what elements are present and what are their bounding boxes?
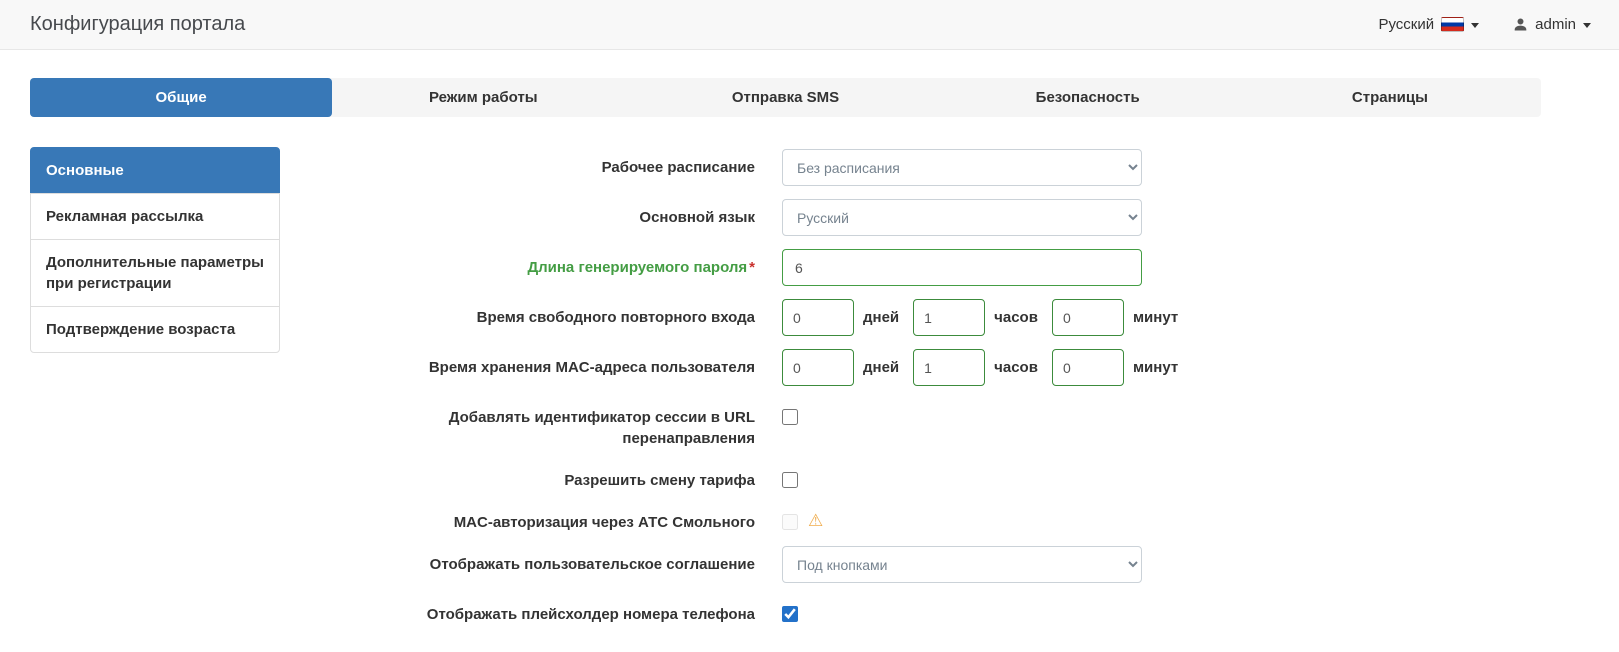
password-length-input[interactable] (782, 249, 1142, 286)
tab-work-mode[interactable]: Режим работы (332, 78, 634, 117)
sidebar: Основные Рекламная рассылка Дополнительн… (30, 147, 280, 352)
language-selector[interactable]: Русский (1378, 16, 1479, 33)
page-title: Конфигурация портала (30, 13, 245, 36)
mac-auth-control: ⚠ (782, 504, 823, 530)
mac-storage-label: Время хранения MAC-адреса пользователя (280, 349, 770, 378)
language-label: Русский (1378, 16, 1434, 33)
form-row-mac-storage-time: Время хранения MAC-адреса пользователя д… (280, 349, 1541, 386)
minutes-unit-label: минут (1133, 359, 1178, 376)
user-agreement-select[interactable]: Под кнопками (782, 546, 1142, 583)
phone-placeholder-label: Отображать плейсхолдер номера телефона (280, 596, 770, 625)
tab-general[interactable]: Общие (30, 78, 332, 117)
form-row-main-language: Основной язык Русский (280, 199, 1541, 236)
form-row-free-reentry-time: Время свободного повторного входа дней ч… (280, 299, 1541, 336)
settings-form: Рабочее расписание Без расписания Основн… (280, 147, 1541, 638)
free-reentry-label: Время свободного повторного входа (280, 299, 770, 328)
phone-placeholder-control (782, 596, 798, 622)
content: Общие Режим работы Отправка SMS Безопасн… (30, 78, 1541, 638)
form-row-schedule: Рабочее расписание Без расписания (280, 149, 1541, 186)
portal-config-page: Конфигурация портала Русский admin Общие (0, 0, 1619, 652)
mac-storage-control: дней часов минут (782, 349, 1192, 386)
user-icon (1513, 17, 1528, 32)
username: admin (1535, 16, 1576, 33)
main-language-select[interactable]: Русский (782, 199, 1142, 236)
tab-security[interactable]: Безопасность (937, 78, 1239, 117)
warning-icon: ⚠ (808, 512, 823, 529)
topbar-right: Русский admin (1378, 16, 1591, 33)
tariff-change-label: Разрешить смену тарифа (280, 462, 770, 491)
user-agreement-control: Под кнопками (782, 546, 1142, 583)
user-agreement-label: Отображать пользовательское соглашение (280, 546, 770, 575)
minutes-unit-label: минут (1133, 309, 1178, 326)
sidebar-item-main[interactable]: Основные (30, 147, 280, 194)
main-area: Основные Рекламная рассылка Дополнительн… (30, 147, 1541, 638)
password-length-label-text: Длина генерируемого пароля (527, 259, 747, 276)
russian-flag-icon (1441, 17, 1464, 32)
main-language-label: Основной язык (280, 199, 770, 228)
user-menu[interactable]: admin (1513, 16, 1591, 33)
form-row-password-length: Длина генерируемого пароля* (280, 249, 1541, 286)
sidebar-item-additional-registration-params[interactable]: Дополнительные параметры при регистрации (30, 239, 280, 307)
sidebar-item-ad-mailing[interactable]: Рекламная рассылка (30, 193, 280, 240)
hours-unit-label: часов (994, 309, 1038, 326)
sidebar-item-age-confirmation[interactable]: Подтверждение возраста (30, 306, 280, 353)
days-unit-label: дней (863, 359, 899, 376)
tab-pages[interactable]: Страницы (1239, 78, 1541, 117)
mac-storage-days-input[interactable] (782, 349, 854, 386)
phone-placeholder-checkbox[interactable] (782, 606, 798, 622)
free-reentry-days-input[interactable] (782, 299, 854, 336)
days-unit-label: дней (863, 309, 899, 326)
tariff-change-control (782, 462, 798, 488)
session-id-url-control (782, 399, 798, 425)
free-reentry-minutes-input[interactable] (1052, 299, 1124, 336)
mac-auth-checkbox (782, 514, 798, 530)
caret-down-icon (1583, 23, 1591, 28)
password-length-control (782, 249, 1142, 286)
mac-auth-label: MAC-авторизация через АТС Смольного (280, 504, 770, 533)
tariff-change-checkbox[interactable] (782, 472, 798, 488)
form-row-phone-placeholder: Отображать плейсхолдер номера телефона (280, 596, 1541, 625)
schedule-select[interactable]: Без расписания (782, 149, 1142, 186)
schedule-control: Без расписания (782, 149, 1142, 186)
form-row-session-id-url: Добавлять идентификатор сессии в URL пер… (280, 399, 1541, 449)
session-id-url-checkbox[interactable] (782, 409, 798, 425)
tab-bar: Общие Режим работы Отправка SMS Безопасн… (30, 78, 1541, 117)
caret-down-icon (1471, 23, 1479, 28)
form-row-user-agreement: Отображать пользовательское соглашение П… (280, 546, 1541, 583)
form-row-tariff-change: Разрешить смену тарифа (280, 462, 1541, 491)
password-length-label: Длина генерируемого пароля* (280, 249, 770, 278)
mac-storage-minutes-input[interactable] (1052, 349, 1124, 386)
free-reentry-hours-input[interactable] (913, 299, 985, 336)
tab-sms-sending[interactable]: Отправка SMS (634, 78, 936, 117)
required-mark: * (749, 259, 755, 276)
main-language-control: Русский (782, 199, 1142, 236)
topbar: Конфигурация портала Русский admin (0, 0, 1619, 50)
hours-unit-label: часов (994, 359, 1038, 376)
form-row-mac-auth: MAC-авторизация через АТС Смольного ⚠ (280, 504, 1541, 533)
session-id-url-label: Добавлять идентификатор сессии в URL пер… (280, 399, 770, 449)
free-reentry-control: дней часов минут (782, 299, 1192, 336)
mac-storage-hours-input[interactable] (913, 349, 985, 386)
schedule-label: Рабочее расписание (280, 149, 770, 178)
